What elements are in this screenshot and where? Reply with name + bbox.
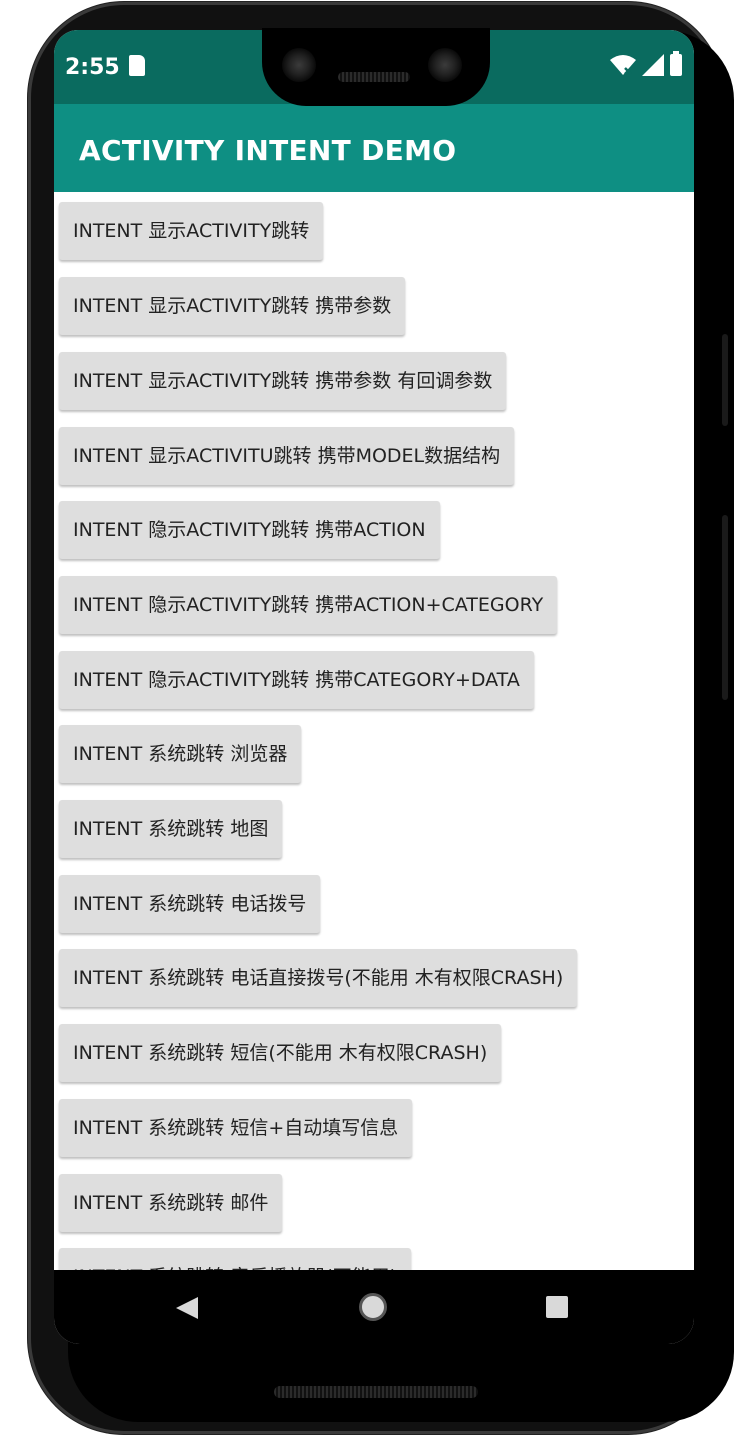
sd-card-icon (129, 55, 145, 76)
app-title: ACTIVITY INTENT DEMO (79, 134, 457, 167)
nav-bar (54, 1270, 694, 1344)
intent-button[interactable]: INTENT 隐示ACTIVITY跳转 携带ACTION (59, 501, 440, 559)
button-list: INTENT 显示ACTIVITY跳转 INTENT 显示ACTIVITY跳转 … (54, 192, 694, 1270)
intent-button[interactable]: INTENT 显示ACTIVITY跳转 携带参数 有回调参数 (59, 352, 507, 410)
front-camera-icon (428, 48, 462, 82)
intent-button[interactable]: INTENT 系统跳转 音乐播放器(不能用) (59, 1248, 412, 1270)
intent-button[interactable]: INTENT 显示ACTIVITY跳转 携带参数 (59, 277, 406, 335)
intent-button[interactable]: INTENT 系统跳转 邮件 (59, 1174, 283, 1232)
home-icon[interactable] (359, 1293, 387, 1321)
recents-icon[interactable] (546, 1296, 568, 1318)
intent-button[interactable]: INTENT 系统跳转 浏览器 (59, 725, 302, 783)
status-icons (610, 51, 682, 76)
intent-button[interactable]: INTENT 隐示ACTIVITY跳转 携带ACTION+CATEGORY (59, 576, 558, 634)
battery-icon (670, 51, 682, 76)
volume-button (722, 515, 728, 700)
intent-button[interactable]: INTENT 系统跳转 地图 (59, 800, 283, 858)
intent-button[interactable]: INTENT 显示ACTIVITU跳转 携带MODEL数据结构 (59, 427, 515, 485)
intent-button[interactable]: INTENT 系统跳转 短信+自动填写信息 (59, 1099, 413, 1157)
bottom-speaker (274, 1386, 478, 1398)
intent-button[interactable]: INTENT 系统跳转 电话直接拨号(不能用 木有权限CRASH) (59, 949, 578, 1007)
intent-button[interactable]: INTENT 系统跳转 短信(不能用 木有权限CRASH) (59, 1024, 502, 1082)
screen: 2:55 ACTIVITY INTENT DEMO INTENT 显示ACTIV… (54, 30, 694, 1344)
intent-button[interactable]: INTENT 隐示ACTIVITY跳转 携带CATEGORY+DATA (59, 651, 534, 709)
earpiece-speaker (338, 72, 410, 82)
app-bar: ACTIVITY INTENT DEMO (54, 104, 694, 192)
front-camera-icon (282, 48, 316, 82)
back-icon[interactable] (176, 1297, 198, 1319)
wifi-icon (610, 55, 636, 75)
intent-button[interactable]: INTENT 显示ACTIVITY跳转 (59, 202, 324, 260)
status-time: 2:55 (65, 55, 120, 80)
signal-icon (642, 54, 664, 76)
intent-button[interactable]: INTENT 系统跳转 电话拨号 (59, 875, 321, 933)
power-button (722, 334, 728, 426)
